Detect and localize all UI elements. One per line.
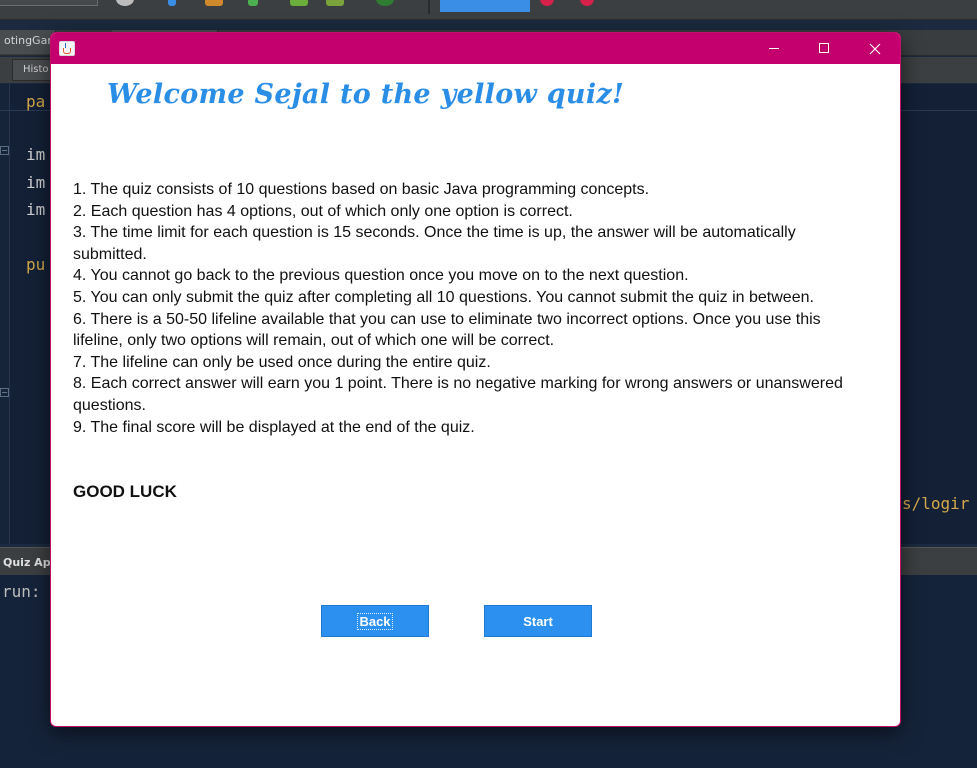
ide-gutter: − − [0,84,10,544]
close-icon [869,43,881,55]
ide-stop-icon[interactable] [580,0,594,6]
rule-item: 6. There is a 50-50 lifeline available t… [73,310,821,350]
code-line: pa [26,92,46,111]
rule-item: 8. Each correct answer will earn you 1 p… [73,375,843,414]
maximize-icon [819,43,829,53]
fold-icon[interactable]: − [0,388,9,397]
quiz-window: Welcome Sejal to the yellow quiz! 1. The… [50,32,901,727]
toolbar-separator [428,0,430,14]
rule-item: 1. The quiz consists of 10 questions bas… [73,181,650,198]
code-line-right: s/logir [902,494,970,513]
fold-icon[interactable]: − [0,146,9,155]
ide-toolbar [0,0,977,20]
rule-item: 4. You cannot go back to the previous qu… [73,267,689,285]
ide-profile-icon[interactable] [326,0,344,6]
rule-item: 5. You can only submit the quiz after co… [73,288,814,306]
rule-item: 7. The lifeline can only be used once du… [73,353,491,371]
ide-run-icon[interactable] [248,0,258,6]
ide-config-combo[interactable] [0,0,98,6]
close-button[interactable] [850,33,900,64]
rule-item: 2. Each question has 4 options, out of w… [73,202,573,220]
back-button-label: Back [357,613,393,630]
minimize-icon [769,48,779,49]
good-luck-text: GOOD LUCK [73,482,177,501]
java-app-icon[interactable] [59,41,75,56]
rule-item: 3. The time limit for each question is 1… [73,224,796,263]
start-button-label: Start [523,614,553,629]
maximize-button[interactable] [799,33,849,64]
code-line: pu [26,255,46,274]
ide-editor-tab[interactable]: otingGar [0,30,56,54]
start-button[interactable]: Start [484,605,592,637]
ide-coverage-icon[interactable] [376,0,394,6]
ide-hammer-icon[interactable] [168,0,176,6]
ide-debug-icon[interactable] [290,0,308,6]
ide-memory-indicator [440,0,530,12]
code-line: im [26,145,46,164]
code-line: im [26,173,46,192]
output-run-text: run: [2,582,41,601]
ide-record-icon[interactable] [540,0,554,6]
minimize-button[interactable] [749,33,799,64]
window-titlebar[interactable] [51,33,900,64]
code-line: im [26,200,46,219]
rule-item: 9. The final score will be displayed at … [73,418,475,436]
rules-list: 1. The quiz consists of 10 questions bas… [73,179,843,438]
welcome-heading: Welcome Sejal to the yellow quiz! [107,79,625,110]
ide-build-icon[interactable] [205,0,223,6]
back-button[interactable]: Back [321,605,429,637]
ide-clean-icon[interactable] [116,0,134,6]
